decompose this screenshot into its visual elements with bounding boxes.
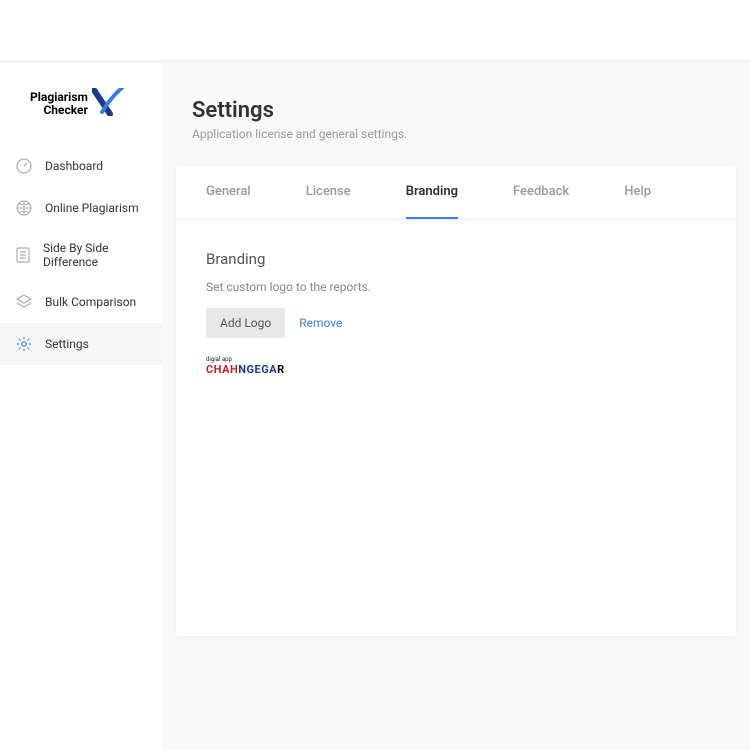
remove-logo-link[interactable]: Remove (299, 316, 342, 330)
sidebar-item-side-by-side[interactable]: Side By Side Difference (0, 229, 162, 281)
tab-branding[interactable]: Branding (406, 166, 458, 219)
tab-license[interactable]: License (306, 166, 351, 219)
custom-logo-main-text: CHAHNGEGAR (206, 363, 285, 376)
logo-x-icon (92, 88, 126, 120)
sidebar-item-label: Bulk Comparison (45, 295, 136, 309)
top-bar (0, 0, 750, 63)
globe-icon (15, 199, 33, 217)
main-content: Settings Application license and general… (162, 63, 750, 750)
app-logo: Plagiarism Checker (0, 78, 162, 145)
tab-general[interactable]: General (206, 166, 251, 219)
page-subtitle: Application license and general settings… (192, 127, 720, 141)
sidebar-item-dashboard[interactable]: Dashboard (0, 145, 162, 187)
sidebar-item-settings[interactable]: Settings (0, 323, 162, 365)
tabs-bar: General License Branding Feedback Help (176, 166, 736, 220)
page-title: Settings (192, 98, 720, 123)
branding-desc: Set custom logo to the reports. (206, 280, 706, 294)
custom-logo-small-text: digial app (206, 356, 285, 363)
branding-title: Branding (206, 250, 706, 268)
tab-feedback[interactable]: Feedback (513, 166, 569, 219)
sidebar: Plagiarism Checker Dashboard Online Plag… (0, 63, 162, 750)
sidebar-item-label: Online Plagiarism (45, 201, 139, 215)
document-icon (15, 246, 31, 264)
logo-line2: Checker (30, 104, 88, 117)
sidebar-item-online-plagiarism[interactable]: Online Plagiarism (0, 187, 162, 229)
sidebar-item-label: Dashboard (45, 159, 103, 173)
sidebar-item-label: Settings (45, 337, 89, 351)
add-logo-button[interactable]: Add Logo (206, 308, 285, 338)
settings-card: General License Branding Feedback Help B… (176, 166, 736, 636)
custom-logo-preview: digial app CHAHNGEGAR (206, 356, 285, 376)
layers-icon (15, 293, 33, 311)
tab-content-branding: Branding Set custom logo to the reports.… (176, 220, 736, 407)
tab-help[interactable]: Help (624, 166, 651, 219)
sidebar-item-label: Side By Side Difference (43, 241, 147, 269)
dashboard-icon (15, 157, 33, 175)
sidebar-item-bulk-comparison[interactable]: Bulk Comparison (0, 281, 162, 323)
gear-icon (15, 335, 33, 353)
